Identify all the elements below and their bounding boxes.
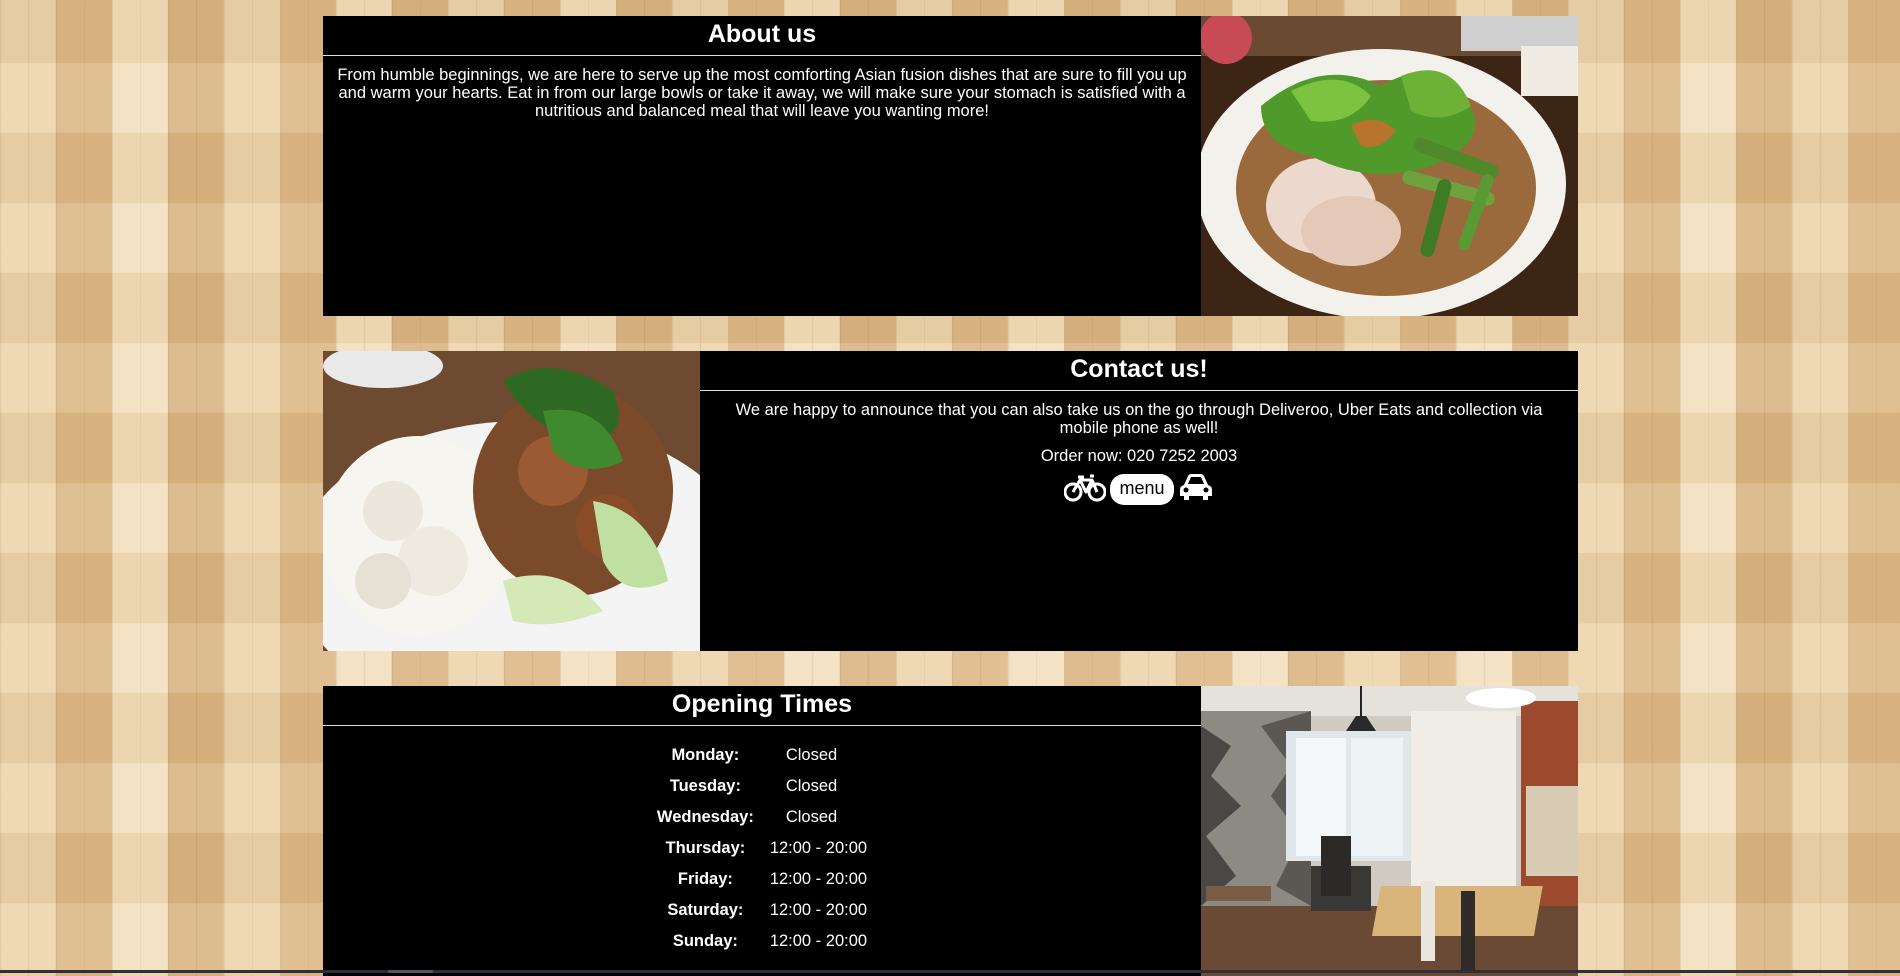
restaurant-interior-photo [1201, 686, 1578, 976]
opening-hours-table: Monday: Closed Tuesday: Closed Wednesday… [647, 734, 877, 963]
menu-button[interactable]: menu [1110, 474, 1174, 505]
opening-panel: Opening Times Monday: Closed Tuesday: Cl… [323, 686, 1201, 976]
hours-row: Friday: 12:00 - 20:00 [651, 870, 873, 889]
noodle-soup-photo [1201, 16, 1578, 316]
day-hours: 12:00 - 20:00 [769, 870, 868, 888]
hours-row: Saturday: 12:00 - 20:00 [651, 901, 873, 920]
day-hours: Closed [785, 746, 838, 764]
hours-row: Wednesday: Closed [651, 808, 873, 827]
contact-section: Contact us! We are happy to announce tha… [323, 351, 1578, 651]
page-content: About us From humble beginnings, we are … [323, 16, 1578, 976]
noodle-soup-image [1201, 16, 1578, 316]
day-hours: 12:00 - 20:00 [769, 839, 868, 857]
order-phone: Order now: 020 7252 2003 [1040, 447, 1238, 465]
car-icon[interactable] [1178, 472, 1214, 507]
restaurant-interior-image [1201, 686, 1578, 976]
day-label: Saturday: [667, 901, 744, 919]
about-section: About us From humble beginnings, we are … [323, 16, 1578, 316]
day-label: Thursday: [665, 839, 746, 857]
day-label: Sunday: [672, 932, 738, 950]
hours-row: Tuesday: Closed [651, 777, 873, 796]
day-hours: Closed [785, 777, 838, 795]
about-text: From humble beginnings, we are here to s… [337, 66, 1187, 120]
contact-text: We are happy to announce that you can al… [735, 401, 1543, 437]
rice-plate-photo [323, 351, 700, 651]
day-label: Tuesday: [669, 777, 741, 795]
day-label: Wednesday: [656, 808, 754, 826]
about-panel: About us From humble beginnings, we are … [323, 16, 1201, 316]
day-hours: 12:00 - 20:00 [769, 901, 868, 919]
day-label: Monday: [671, 746, 740, 764]
day-hours: 12:00 - 20:00 [769, 932, 868, 950]
contact-title: Contact us! [700, 351, 1578, 391]
hours-row: Monday: Closed [651, 746, 873, 765]
day-label: Friday: [677, 870, 733, 888]
opening-section: Opening Times Monday: Closed Tuesday: Cl… [323, 686, 1578, 976]
day-hours: Closed [785, 808, 838, 826]
hours-row: Thursday: 12:00 - 20:00 [651, 839, 873, 858]
opening-title: Opening Times [323, 686, 1201, 726]
about-title: About us [323, 16, 1201, 56]
hours-row: Sunday: 12:00 - 20:00 [651, 932, 873, 951]
contact-panel: Contact us! We are happy to announce tha… [700, 351, 1578, 651]
rice-plate-image [323, 351, 700, 651]
bicycle-icon[interactable] [1063, 472, 1107, 507]
order-options: menu [700, 472, 1578, 507]
